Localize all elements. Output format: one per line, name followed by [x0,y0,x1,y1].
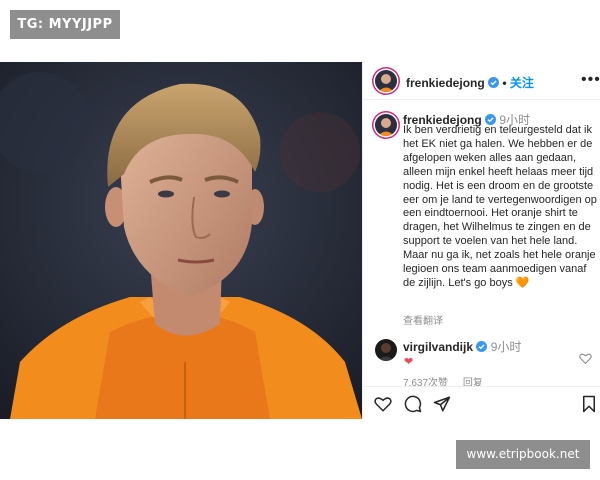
heart-icon[interactable] [374,395,392,413]
bookmark-icon[interactable] [580,395,598,413]
verified-badge-icon [476,341,488,352]
separator-dot: • [502,76,507,90]
instagram-post: frenkiedejong • 关注 ••• frenkiedejong 9小时… [0,62,600,419]
commenter-avatar[interactable] [375,339,397,361]
caption-author-avatar[interactable] [375,114,397,136]
post-caption: Ik ben verdrietig en teleurgesteld dat i… [403,124,599,291]
comment-author-username[interactable]: virgilvandijk [403,340,473,354]
post-side-panel: frenkiedejong • 关注 ••• frenkiedejong 9小时… [362,62,600,419]
verified-badge-icon [488,77,500,88]
more-icon[interactable]: ••• [581,72,600,88]
orange-heart-emoji: 🧡 [515,276,530,289]
post-author-username[interactable]: frenkiedejong [406,76,485,90]
comment-time: 9小时 [490,340,522,354]
see-translation-link[interactable]: 查看翻译 [403,312,443,327]
caption-text: Ik ben verdrietig en teleurgesteld dat i… [403,124,597,289]
comment-heart-emoji: ❤ [404,356,414,368]
comment-icon[interactable] [404,395,422,413]
watermark-top: TG: MYYJJPP [10,10,120,39]
author-avatar[interactable] [375,70,397,92]
share-icon[interactable] [433,395,451,413]
post-action-bar [362,386,600,419]
comment-author-row: virgilvandijk 9小时 [403,338,521,355]
follow-button[interactable]: 关注 [510,76,534,90]
post-author-row: frenkiedejong • 关注 [406,74,534,91]
watermark-bottom: www.etripbook.net [456,440,590,469]
post-photo [0,62,362,419]
heart-icon[interactable] [579,352,592,365]
post-header: frenkiedejong • 关注 ••• [363,62,600,100]
